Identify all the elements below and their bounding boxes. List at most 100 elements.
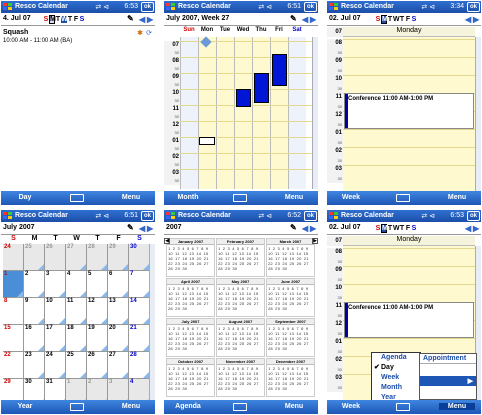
date-label[interactable]: 4. Jul 07 bbox=[3, 15, 31, 22]
connectivity-icon[interactable]: ⇄ ⊲ bbox=[258, 212, 272, 220]
week-day-column[interactable] bbox=[180, 37, 198, 189]
clock[interactable]: 6:53 bbox=[124, 3, 138, 10]
event-item[interactable]: Squash 10:00 AM - 11:00 AM (BA) ✱ ⟳ bbox=[3, 29, 153, 51]
windows-start-icon[interactable] bbox=[329, 3, 338, 11]
ok-button[interactable]: ok bbox=[141, 211, 154, 221]
month-day-cell[interactable]: 25 bbox=[24, 244, 45, 271]
keyboard-icon[interactable] bbox=[70, 403, 84, 411]
ok-button[interactable]: ok bbox=[141, 2, 154, 12]
prev-arrow-icon[interactable]: ◀ bbox=[302, 15, 308, 24]
scrollbar[interactable] bbox=[312, 37, 318, 189]
event-block[interactable]: Conference 11:00 AM-1:00 PM bbox=[344, 302, 474, 338]
menu-softkey[interactable]: Menu bbox=[276, 403, 312, 410]
month-day-cell[interactable]: 20 bbox=[108, 325, 129, 352]
keyboard-icon[interactable] bbox=[70, 194, 84, 202]
left-softkey[interactable]: Agenda bbox=[170, 403, 206, 410]
weekday-selector[interactable]: S MTWT F S bbox=[375, 15, 417, 24]
next-arrow-icon[interactable]: ▶ bbox=[310, 15, 316, 24]
month-day-cell[interactable]: 28 bbox=[87, 244, 108, 271]
month-day-cell[interactable]: 23 bbox=[24, 352, 45, 379]
week-event-block[interactable] bbox=[272, 53, 287, 86]
windows-start-icon[interactable] bbox=[3, 3, 12, 11]
menu-softkey[interactable]: Menu bbox=[113, 194, 149, 201]
connectivity-icon[interactable]: ⇄ ⊲ bbox=[421, 212, 435, 220]
month-day-cell[interactable]: 5 bbox=[87, 271, 108, 298]
year-label[interactable]: 2007 bbox=[166, 224, 182, 231]
month-day-cell[interactable]: 29 bbox=[108, 244, 129, 271]
new-event-icon[interactable]: ✎ bbox=[127, 14, 134, 23]
month-day-cell[interactable]: 11 bbox=[66, 298, 87, 325]
month-day-cell[interactable]: 25 bbox=[66, 352, 87, 379]
scrollbar[interactable] bbox=[475, 37, 481, 191]
mini-month[interactable]: September 2007 1 2 3 4 5 6 7 8 9 10 11 12… bbox=[266, 318, 315, 357]
ok-button[interactable]: ok bbox=[304, 2, 317, 12]
mini-month[interactable]: July 2007 1 2 3 4 5 6 7 8 9 10 11 12 13 1… bbox=[166, 318, 215, 357]
mini-month[interactable]: December 2007 1 2 3 4 5 6 7 8 9 10 11 12 … bbox=[266, 358, 315, 397]
windows-start-icon[interactable] bbox=[329, 212, 338, 220]
month-day-cell[interactable]: 3 bbox=[45, 271, 66, 298]
week-day-column[interactable] bbox=[198, 37, 216, 189]
ok-button[interactable]: ok bbox=[304, 211, 317, 221]
keyboard-icon[interactable] bbox=[396, 194, 410, 202]
new-event-icon[interactable]: ✎ bbox=[290, 223, 297, 232]
next-arrow-icon[interactable]: ▶ bbox=[147, 15, 153, 24]
keyboard-icon[interactable] bbox=[396, 403, 410, 411]
week-day-column[interactable] bbox=[234, 37, 252, 189]
week-label[interactable]: July 2007, Week 27 bbox=[166, 15, 229, 22]
week-event-block[interactable] bbox=[254, 73, 269, 103]
clock[interactable]: 6:53 bbox=[450, 212, 464, 219]
mini-month[interactable]: June 2007 1 2 3 4 5 6 7 8 9 10 11 12 13 1… bbox=[266, 278, 315, 317]
prev-arrow-icon[interactable]: ◀ bbox=[465, 224, 471, 233]
left-softkey[interactable]: Week bbox=[333, 403, 369, 410]
popup-menu-item[interactable]: Month bbox=[372, 383, 420, 393]
next-arrow-icon[interactable]: ▶ bbox=[147, 224, 153, 233]
menu-softkey[interactable]: Menu bbox=[439, 194, 475, 201]
clock[interactable]: 6:52 bbox=[287, 212, 301, 219]
popup-menu-item[interactable]: Agenda bbox=[372, 353, 420, 363]
week-day-name[interactable]: Mon bbox=[198, 27, 216, 36]
day-grid[interactable]: Monday 07 08 30 09 30 10 30 11 30 12 30 01 30 02 30 03… bbox=[327, 27, 481, 191]
month-day-cell[interactable]: 1 bbox=[3, 271, 24, 298]
month-day-cell[interactable]: 7 bbox=[129, 271, 150, 298]
month-day-cell[interactable]: 24 bbox=[3, 244, 24, 271]
week-day-column[interactable] bbox=[288, 37, 306, 189]
next-year-arrow-icon[interactable]: ▶ bbox=[312, 238, 318, 244]
clock[interactable]: 6:51 bbox=[287, 3, 301, 10]
ok-button[interactable]: ok bbox=[467, 2, 480, 12]
mini-month[interactable]: May 2007 1 2 3 4 5 6 7 8 9 10 11 12 13 14… bbox=[216, 278, 265, 317]
month-day-cell[interactable]: 30 bbox=[129, 244, 150, 271]
mini-month[interactable]: April 2007 1 2 3 4 5 6 7 8 9 10 11 12 13 … bbox=[166, 278, 215, 317]
week-day-name[interactable]: Fri bbox=[270, 27, 288, 36]
ok-button[interactable]: ok bbox=[467, 211, 480, 221]
month-day-cell[interactable]: 6 bbox=[108, 271, 129, 298]
new-event-icon[interactable]: ✎ bbox=[290, 14, 297, 23]
event-block[interactable]: Conference 11:00 AM-1:00 PM bbox=[344, 93, 474, 129]
week-grid[interactable]: Sun Mon Tue Wed Thu Fri Sat 07 30 08 30 09 30 10 30 11 3… bbox=[164, 27, 318, 191]
weekday-selector[interactable]: S MTWT F S bbox=[375, 224, 417, 233]
left-softkey[interactable]: Month bbox=[170, 194, 206, 201]
week-day-name[interactable]: Tue bbox=[216, 27, 234, 36]
date-label[interactable]: 02. Jul 07 bbox=[329, 15, 361, 22]
windows-start-icon[interactable] bbox=[3, 212, 12, 220]
appointment-menu-item[interactable]: Appointment bbox=[420, 354, 476, 364]
windows-start-icon[interactable] bbox=[166, 3, 175, 11]
prev-arrow-icon[interactable]: ◀ bbox=[302, 224, 308, 233]
mini-month[interactable]: October 2007 1 2 3 4 5 6 7 8 9 10 11 12 1… bbox=[166, 358, 215, 397]
prev-arrow-icon[interactable]: ◀ bbox=[465, 15, 471, 24]
month-grid[interactable]: S M T W T F S 24 25 26 27 28 29 30 1 2 3 4 5 6 7 8 9 10 11 12 13 14… bbox=[1, 235, 155, 406]
popup-menu-item[interactable]: ✔ Day bbox=[372, 363, 420, 373]
month-day-cell[interactable]: 10 bbox=[45, 298, 66, 325]
prev-arrow-icon[interactable]: ◀ bbox=[139, 15, 145, 24]
date-label[interactable]: 02. Jul 07 bbox=[329, 224, 361, 231]
left-softkey[interactable]: Week bbox=[333, 194, 369, 201]
month-day-cell[interactable]: 27 bbox=[66, 244, 87, 271]
selected-slot[interactable] bbox=[199, 137, 215, 145]
month-day-cell[interactable]: 26 bbox=[45, 244, 66, 271]
month-day-cell[interactable]: 9 bbox=[24, 298, 45, 325]
week-event-block[interactable] bbox=[236, 89, 251, 107]
month-day-cell[interactable]: 26 bbox=[87, 352, 108, 379]
new-event-icon[interactable]: ✎ bbox=[127, 223, 134, 232]
next-arrow-icon[interactable]: ▶ bbox=[473, 224, 479, 233]
scrollbar[interactable] bbox=[149, 244, 155, 400]
next-arrow-icon[interactable]: ▶ bbox=[473, 15, 479, 24]
